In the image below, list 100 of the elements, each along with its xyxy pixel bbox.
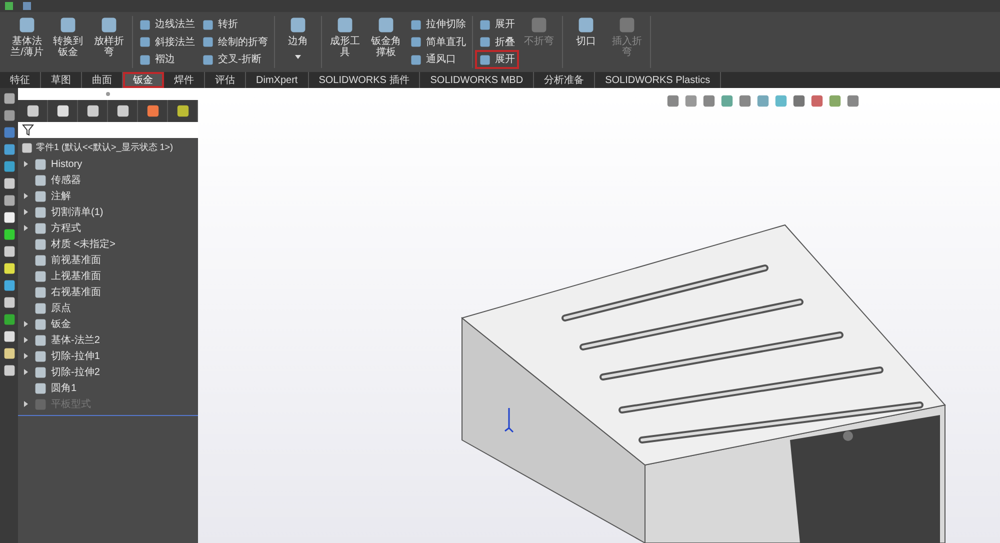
- feature-icon: [34, 302, 47, 314]
- view-tool-icon[interactable]: [846, 94, 860, 108]
- tool-icon[interactable]: [2, 296, 16, 309]
- ribbon-button[interactable]: 绘制的折弯: [200, 34, 270, 50]
- tool-icon: [479, 54, 491, 66]
- expand-arrow-icon[interactable]: [24, 225, 29, 231]
- part-icon: [21, 142, 33, 154]
- tool-icon: [336, 16, 354, 34]
- tree-item[interactable]: 前视基准面: [51, 252, 101, 268]
- tool-icon: [202, 18, 214, 30]
- tool-icon[interactable]: [2, 262, 16, 275]
- tool-icon[interactable]: [2, 364, 16, 377]
- feature-icon: [34, 158, 47, 170]
- ribbon-button[interactable]: 转换到钣金: [49, 16, 87, 68]
- ribbon-button[interactable]: 展开: [477, 17, 517, 32]
- view-tool-icon[interactable]: [810, 94, 824, 108]
- tree-item[interactable]: 注解: [51, 188, 71, 204]
- feature-icon: [34, 382, 47, 394]
- tool-icon[interactable]: [2, 245, 16, 258]
- tool-icon: [618, 16, 636, 34]
- feature-icon: [34, 222, 47, 234]
- ribbon-button[interactable]: 简单直孔: [408, 34, 468, 50]
- expand-arrow-icon[interactable]: [24, 193, 29, 199]
- tool-icon[interactable]: [2, 177, 16, 190]
- ribbon-button[interactable]: 放样折弯: [90, 16, 128, 68]
- ribbon-button[interactable]: 斜接法兰: [137, 34, 197, 50]
- view-tool-icon[interactable]: [792, 94, 806, 108]
- tree-item[interactable]: 方程式: [51, 220, 81, 236]
- view-tool-icon[interactable]: [720, 94, 734, 108]
- ribbon-button[interactable]: 展开: [477, 52, 517, 67]
- view-tool-icon[interactable]: [738, 94, 752, 108]
- feature-icon: [34, 334, 47, 346]
- filter-field[interactable]: [18, 122, 198, 138]
- tool-icon: [289, 16, 307, 34]
- panel-icon: [56, 104, 70, 118]
- ribbon-button[interactable]: 褶边: [137, 52, 197, 67]
- tool-icon: [377, 16, 395, 34]
- expand-arrow-icon[interactable]: [24, 321, 29, 327]
- tree-item[interactable]: 圆角1: [51, 380, 77, 396]
- tool-icon[interactable]: [2, 211, 16, 224]
- feature-icon: [34, 366, 47, 378]
- tree-item[interactable]: 材质 <未指定>: [51, 236, 116, 252]
- tree-item[interactable]: 右视基准面: [51, 284, 101, 300]
- view-tool-icon[interactable]: [684, 94, 698, 108]
- panel-icon: [146, 104, 160, 118]
- expand-arrow-icon[interactable]: [24, 369, 29, 375]
- expand-arrow-icon[interactable]: [24, 161, 29, 167]
- ribbon-button[interactable]: 切口: [567, 16, 605, 68]
- ribbon-button[interactable]: 拉伸切除: [408, 17, 468, 32]
- tool-icon[interactable]: [2, 330, 16, 343]
- tree-item[interactable]: 传感器: [51, 172, 81, 188]
- tab[interactable]: 钣金: [123, 72, 164, 88]
- tool-icon: [139, 54, 151, 66]
- tool-icon: [530, 16, 548, 34]
- expand-arrow-icon[interactable]: [24, 353, 29, 359]
- view-tool-icon[interactable]: [702, 94, 716, 108]
- panel-icon: [26, 104, 40, 118]
- tool-icon[interactable]: [2, 279, 16, 292]
- tool-icon[interactable]: [2, 194, 16, 207]
- feature-icon: [34, 270, 47, 282]
- tree-item[interactable]: 切割清单(1): [51, 204, 104, 220]
- view-tool-icon[interactable]: [756, 94, 770, 108]
- feature-icon: [34, 190, 47, 202]
- feature-icon: [34, 398, 47, 410]
- tree-item[interactable]: 原点: [51, 300, 71, 316]
- ribbon-button[interactable]: 通风口: [408, 52, 468, 67]
- tool-icon: [202, 54, 214, 66]
- tool-icon: [202, 36, 214, 48]
- tree-item[interactable]: 钣金: [51, 316, 71, 332]
- tool-icon: [577, 16, 595, 34]
- ribbon-button[interactable]: 边线法兰: [137, 17, 197, 32]
- tree-item[interactable]: 切除-拉伸2: [51, 364, 100, 380]
- graphics-viewport[interactable]: [198, 88, 1000, 543]
- ribbon-button[interactable]: 折叠: [477, 34, 517, 50]
- ribbon-button[interactable]: 基体法兰/薄片: [8, 16, 46, 68]
- tree-item[interactable]: 基体-法兰2: [51, 332, 100, 348]
- expand-arrow-icon[interactable]: [24, 337, 29, 343]
- view-tool-icon[interactable]: [666, 94, 680, 108]
- expand-arrow-icon[interactable]: [24, 401, 29, 407]
- tree-item[interactable]: 切除-拉伸1: [51, 348, 100, 364]
- tree-item[interactable]: History: [51, 156, 82, 172]
- expand-arrow-icon[interactable]: [24, 209, 29, 215]
- tool-icon: [59, 16, 77, 34]
- view-tool-icon[interactable]: [828, 94, 842, 108]
- feature-icon: [34, 238, 47, 250]
- handle-icon[interactable]: [105, 91, 111, 97]
- tool-icon: [410, 36, 422, 48]
- tree-item[interactable]: 零件1 (默认<<默认>_显示状态 1>): [36, 141, 174, 155]
- tool-icon[interactable]: [2, 109, 16, 122]
- tool-icon: [479, 36, 491, 48]
- ribbon-button[interactable]: 边角: [279, 16, 317, 68]
- tool-icon[interactable]: [2, 92, 16, 105]
- tool-icon[interactable]: [2, 347, 16, 360]
- ribbon-button[interactable]: 转折: [200, 17, 270, 32]
- tool-icon[interactable]: [2, 228, 16, 241]
- ribbon-button[interactable]: 钣金角撑板: [367, 16, 405, 68]
- ribbon-button[interactable]: 交叉-折断: [200, 52, 270, 67]
- coordinate-axis-icon: [504, 406, 514, 434]
- ribbon-button[interactable]: 成形工具: [326, 16, 364, 68]
- tree-item[interactable]: 上视基准面: [51, 268, 101, 284]
